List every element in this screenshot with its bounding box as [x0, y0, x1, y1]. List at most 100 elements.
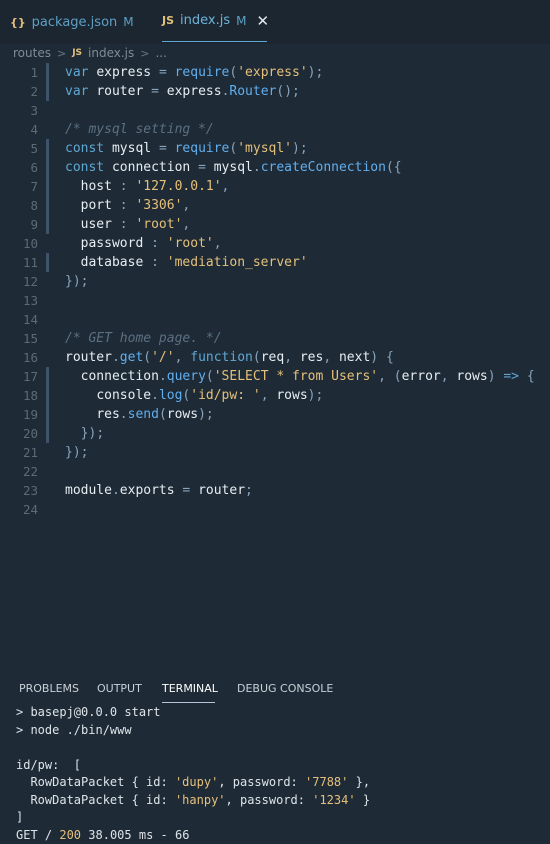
breadcrumb-folder[interactable]: routes [13, 46, 51, 60]
line-code: port : '3306', [65, 196, 190, 215]
modified-gutter-marker [46, 424, 49, 443]
code-line[interactable]: 24 [0, 500, 550, 519]
line-code: res.send(rows); [65, 405, 214, 424]
line-code: console.log('id/pw: ', rows); [65, 386, 323, 405]
modified-gutter-marker [46, 367, 49, 386]
line-code: database : 'mediation_server' [65, 253, 308, 272]
line-number: 21 [0, 443, 38, 462]
line-number: 22 [0, 462, 38, 481]
line-code: connection.query('SELECT * from Users', … [65, 367, 535, 386]
code-line[interactable]: 10 password : 'root', [0, 234, 550, 253]
line-code: /* GET home page. */ [65, 329, 222, 348]
close-icon[interactable]: ✕ [256, 12, 269, 30]
code-line[interactable]: 14 [0, 310, 550, 329]
code-line[interactable]: 7 host : '127.0.0.1', [0, 177, 550, 196]
modified-gutter-marker [46, 63, 49, 82]
tab-index-js[interactable]: JS index.js M ✕ [162, 0, 267, 42]
tab-label: package.json [32, 15, 118, 30]
line-code: var express = require('express'); [65, 63, 323, 82]
line-code: }); [65, 424, 104, 443]
line-number: 17 [0, 367, 38, 386]
bottom-panel: PROBLEMS OUTPUT TERMINAL DEBUG CONSOLE >… [0, 672, 550, 843]
modified-gutter-marker [46, 215, 49, 234]
modified-gutter-marker [46, 82, 49, 101]
code-line[interactable]: 2 var router = express.Router(); [0, 82, 550, 101]
code-line[interactable]: 11 database : 'mediation_server' [0, 253, 550, 272]
code-line[interactable]: 20 }); [0, 424, 550, 443]
code-line[interactable]: 17 connection.query('SELECT * from Users… [0, 367, 550, 386]
line-number: 2 [0, 82, 38, 101]
line-code: router.get('/', function(req, res, next)… [65, 348, 394, 367]
tab-debug-console[interactable]: DEBUG CONSOLE [237, 682, 333, 695]
editor-tab-bar: {} package.json M JS index.js M ✕ [0, 0, 550, 44]
modified-gutter-marker [46, 158, 49, 177]
line-code: }); [65, 443, 88, 462]
tab-problems[interactable]: PROBLEMS [19, 682, 79, 695]
modified-gutter-marker [46, 253, 49, 272]
breadcrumb-file[interactable]: index.js [88, 46, 134, 60]
breadcrumb: routes > JS index.js > ... [13, 44, 167, 62]
breadcrumb-more[interactable]: ... [155, 46, 166, 60]
modified-gutter-marker [46, 139, 49, 158]
line-code: host : '127.0.0.1', [65, 177, 229, 196]
line-number: 24 [0, 500, 38, 519]
line-number: 13 [0, 291, 38, 310]
line-code: var router = express.Router(); [65, 82, 300, 101]
modified-gutter-marker [46, 196, 49, 215]
modified-badge: M [123, 15, 133, 29]
panel-tabs: PROBLEMS OUTPUT TERMINAL DEBUG CONSOLE [0, 672, 550, 704]
line-number: 18 [0, 386, 38, 405]
code-line[interactable]: 3 [0, 101, 550, 120]
js-file-icon: JS [162, 14, 174, 27]
terminal-line: id/pw: [ [16, 757, 546, 775]
tab-package-json[interactable]: {} package.json M [10, 0, 134, 44]
code-line[interactable]: 8 port : '3306', [0, 196, 550, 215]
code-line[interactable]: 12}); [0, 272, 550, 291]
code-line[interactable]: 13 [0, 291, 550, 310]
line-number: 11 [0, 253, 38, 272]
code-line[interactable]: 9 user : 'root', [0, 215, 550, 234]
line-code: password : 'root', [65, 234, 222, 253]
tab-label: index.js [180, 13, 230, 28]
tab-terminal[interactable]: TERMINAL [162, 682, 218, 695]
tab-output[interactable]: OUTPUT [97, 682, 142, 695]
code-line[interactable]: 18 console.log('id/pw: ', rows); [0, 386, 550, 405]
code-line[interactable]: 4 /* mysql setting */ [0, 120, 550, 139]
code-line[interactable]: 19 res.send(rows); [0, 405, 550, 424]
active-tab-indicator [162, 702, 215, 703]
line-code: const mysql = require('mysql'); [65, 139, 308, 158]
code-line[interactable]: 16 router.get('/', function(req, res, nex… [0, 348, 550, 367]
line-code: module.exports = router; [65, 481, 253, 500]
line-code: }); [65, 272, 88, 291]
line-number: 7 [0, 177, 38, 196]
terminal-output[interactable]: > basepj@0.0.0 start> node ./bin/www id/… [16, 704, 546, 844]
line-number: 4 [0, 120, 38, 139]
modified-gutter-marker [46, 405, 49, 424]
line-number: 16 [0, 348, 38, 367]
line-code: user : 'root', [65, 215, 190, 234]
js-file-icon: JS [72, 48, 82, 58]
modified-badge: M [236, 14, 246, 28]
code-line[interactable]: 15/* GET home page. */ [0, 329, 550, 348]
code-line[interactable]: 21}); [0, 443, 550, 462]
code-line[interactable]: 1var express = require('express'); [0, 63, 550, 82]
modified-gutter-marker [46, 177, 49, 196]
line-number: 3 [0, 101, 38, 120]
modified-gutter-marker [46, 386, 49, 405]
code-line[interactable]: 6const connection = mysql.createConnecti… [0, 158, 550, 177]
terminal-line: ] [16, 809, 546, 827]
code-editor[interactable]: 1var express = require('express');2 var r… [0, 62, 550, 662]
chevron-right-icon: > [57, 47, 66, 60]
line-number: 5 [0, 139, 38, 158]
terminal-line: > node ./bin/www [16, 722, 546, 740]
line-number: 12 [0, 272, 38, 291]
line-number: 10 [0, 234, 38, 253]
line-number: 14 [0, 310, 38, 329]
line-number: 9 [0, 215, 38, 234]
code-line[interactable]: 23module.exports = router; [0, 481, 550, 500]
line-number: 20 [0, 424, 38, 443]
code-line[interactable]: 22 [0, 462, 550, 481]
code-line[interactable]: 5 const mysql = require('mysql'); [0, 139, 550, 158]
line-code: /* mysql setting */ [65, 120, 214, 139]
terminal-line: > basepj@0.0.0 start [16, 704, 546, 722]
